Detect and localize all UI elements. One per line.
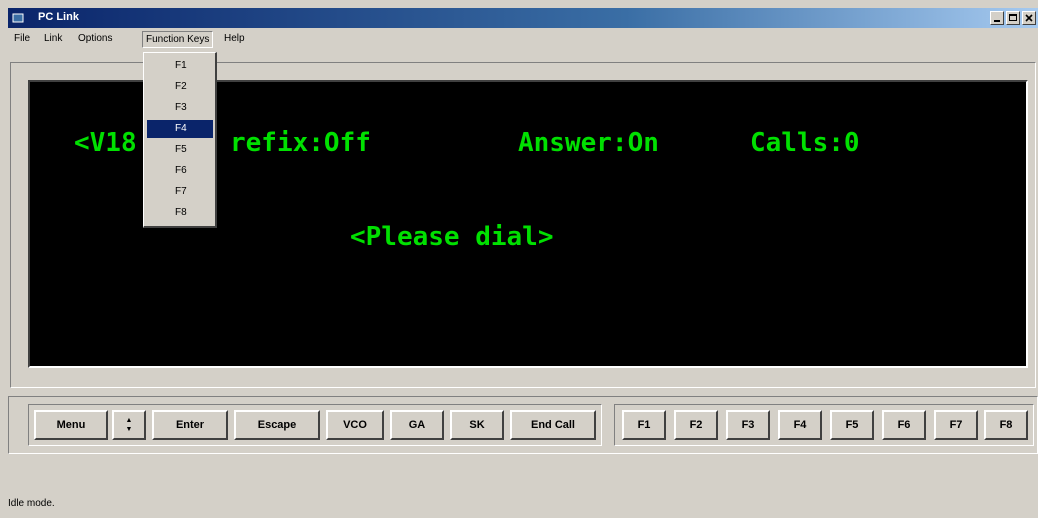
menu-options[interactable]: Options bbox=[76, 33, 114, 44]
maximize-icon bbox=[1009, 14, 1017, 21]
title-bar[interactable]: PC Link bbox=[8, 8, 1038, 28]
minimize-icon bbox=[994, 20, 1000, 22]
dropdown-item-f3[interactable]: F3 bbox=[147, 99, 213, 117]
menu-file[interactable]: File bbox=[12, 33, 32, 44]
status-text: Idle mode. bbox=[8, 498, 55, 509]
dropdown-item-f2[interactable]: F2 bbox=[147, 78, 213, 96]
menu-function-keys[interactable]: Function Keys bbox=[142, 31, 214, 48]
fkey-button-f7[interactable]: F7 bbox=[934, 410, 978, 440]
app-icon bbox=[12, 13, 24, 23]
dropdown-item-f4[interactable]: F4 bbox=[147, 120, 213, 138]
window-title: PC Link bbox=[38, 11, 79, 23]
menu-link[interactable]: Link bbox=[42, 33, 64, 44]
maximize-button[interactable] bbox=[1006, 11, 1020, 25]
dropdown-item-f5[interactable]: F5 bbox=[147, 141, 213, 159]
dropdown-item-f6[interactable]: F6 bbox=[147, 162, 213, 180]
close-icon bbox=[1025, 14, 1033, 22]
fkey-button-f1[interactable]: F1 bbox=[622, 410, 666, 440]
spin-down-icon: ▼ bbox=[125, 426, 133, 433]
fkey-button-f5[interactable]: F5 bbox=[830, 410, 874, 440]
screen-prefix-text: refix:Off bbox=[230, 128, 371, 158]
fkey-button-f2[interactable]: F2 bbox=[674, 410, 718, 440]
fkey-button-f4[interactable]: F4 bbox=[778, 410, 822, 440]
escape-button[interactable]: Escape bbox=[234, 410, 320, 440]
status-bar: Idle mode. bbox=[8, 494, 1038, 514]
spin-up-icon: ▲ bbox=[125, 417, 133, 424]
spin-button[interactable]: ▲ ▼ bbox=[112, 410, 146, 440]
screen-mode-text: <V18 bbox=[74, 128, 137, 158]
menu-bar: File Link Options Function Keys Help bbox=[8, 30, 1038, 50]
dropdown-item-f8[interactable]: F8 bbox=[147, 204, 213, 222]
fkey-button-f3[interactable]: F3 bbox=[726, 410, 770, 440]
close-button[interactable] bbox=[1022, 11, 1036, 25]
menu-button[interactable]: Menu bbox=[34, 410, 108, 440]
vco-button[interactable]: VCO bbox=[326, 410, 384, 440]
screen-prompt-text: <Please dial> bbox=[350, 222, 554, 252]
function-keys-dropdown: F1 F2 F3 F4 F5 F6 F7 F8 bbox=[143, 52, 217, 228]
enter-button[interactable]: Enter bbox=[152, 410, 228, 440]
fkey-button-f8[interactable]: F8 bbox=[984, 410, 1028, 440]
screen-answer-text: Answer:On bbox=[518, 128, 659, 158]
ga-button[interactable]: GA bbox=[390, 410, 444, 440]
menu-help[interactable]: Help bbox=[222, 33, 247, 44]
sk-button[interactable]: SK bbox=[450, 410, 504, 440]
end-call-button[interactable]: End Call bbox=[510, 410, 596, 440]
dropdown-item-f1[interactable]: F1 bbox=[147, 57, 213, 75]
minimize-button[interactable] bbox=[990, 11, 1004, 25]
screen-calls-text: Calls:0 bbox=[750, 128, 860, 158]
fkey-button-f6[interactable]: F6 bbox=[882, 410, 926, 440]
dropdown-item-f7[interactable]: F7 bbox=[147, 183, 213, 201]
